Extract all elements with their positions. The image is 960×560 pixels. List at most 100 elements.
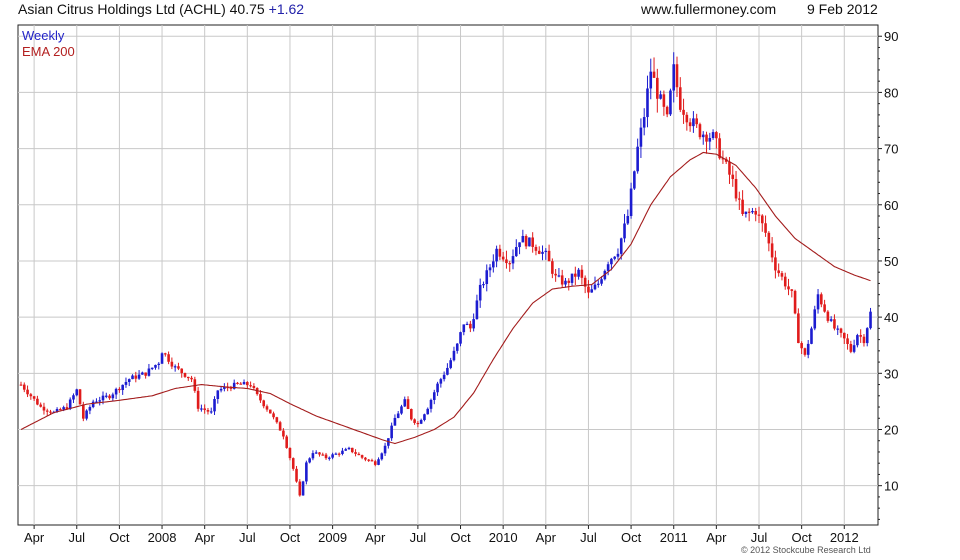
candle-down (268, 409, 272, 414)
x-tick-label: 2008 (148, 530, 177, 545)
candle-up (642, 117, 646, 128)
candle-up (564, 280, 567, 285)
candle-up (124, 381, 128, 385)
candle-up (596, 283, 600, 285)
candle-down (803, 348, 807, 355)
candle-up (403, 399, 407, 407)
candle-down (370, 460, 374, 462)
candle-down (508, 263, 512, 265)
candle-up (154, 364, 157, 368)
candle-down (537, 250, 541, 254)
candle-up (475, 300, 479, 320)
candle-down (728, 161, 731, 175)
candle-up (216, 390, 220, 399)
candle-down (288, 447, 292, 459)
candle-up (75, 389, 79, 396)
candle-up (393, 417, 397, 426)
candle-down (26, 389, 29, 395)
candle-up (436, 383, 439, 393)
candle-up (449, 360, 452, 368)
candle-down (587, 286, 590, 293)
x-tick-label: 2012 (830, 530, 859, 545)
candle-up (331, 454, 334, 458)
candle-down (551, 261, 554, 274)
candle-down (19, 384, 23, 386)
candle-up (590, 289, 594, 293)
x-tick-label: Apr (706, 530, 727, 545)
candle-down (534, 246, 538, 251)
candle-down (367, 459, 370, 461)
candle-down (406, 399, 410, 409)
candle-down (177, 366, 180, 369)
candle-up (751, 210, 754, 213)
candle-down (249, 385, 252, 387)
candle-up (669, 90, 672, 115)
candle-up (62, 407, 65, 410)
candle-down (842, 332, 846, 339)
candle-down (787, 286, 790, 290)
candle-up (213, 398, 216, 412)
x-tick-label: 2010 (489, 530, 518, 545)
candle-down (354, 452, 357, 454)
candle-down (321, 454, 325, 456)
candle-up (518, 242, 521, 248)
candle-up (626, 215, 630, 224)
copyright: © 2012 Stockcube Research Ltd (741, 545, 871, 555)
candle-up (380, 453, 384, 460)
y-axis: 10 20 30 40 50 60 70 80 90 (878, 29, 898, 520)
x-tick-label: Oct (109, 530, 130, 545)
candle-down (259, 394, 262, 401)
candle-down (180, 368, 184, 374)
candle-down (364, 457, 367, 460)
candle-up (865, 328, 869, 344)
candle-down (278, 422, 282, 431)
candle-up (492, 261, 495, 268)
candle-up (68, 399, 72, 410)
candle-up (147, 368, 151, 376)
candle-down (186, 376, 190, 379)
candle-up (610, 258, 613, 265)
candle-down (790, 289, 794, 291)
candle-up (85, 410, 88, 419)
candle-down (108, 395, 111, 399)
candle-up (157, 363, 161, 365)
candle-down (754, 210, 758, 215)
candle-down (357, 453, 361, 456)
candle-down (59, 409, 62, 411)
candle-up (600, 279, 603, 284)
candle-down (318, 452, 321, 455)
candle-up (557, 275, 561, 277)
candle-up (744, 211, 748, 214)
candle-down (236, 382, 239, 385)
candle-down (757, 214, 761, 216)
candle-up (426, 408, 430, 415)
candle-up (836, 328, 840, 330)
candle-up (141, 372, 144, 375)
candle-up (636, 146, 639, 172)
x-tick-label: Jul (751, 530, 768, 545)
candle-up (544, 250, 548, 253)
candle-up (308, 458, 311, 463)
candle-down (36, 398, 39, 405)
candle-down (524, 235, 528, 247)
candle-down (49, 411, 52, 413)
candle-up (472, 319, 475, 329)
candle-up (383, 445, 387, 454)
candle-up (606, 264, 610, 271)
candle-up (442, 374, 446, 380)
candle-down (685, 114, 689, 123)
candle-up (121, 384, 124, 391)
candle-up (478, 284, 482, 301)
legend-ema: EMA 200 (22, 44, 75, 59)
candle-down (183, 373, 187, 377)
candle-down (78, 389, 82, 405)
legend-weekly: Weekly (22, 28, 65, 43)
candle-down (42, 406, 46, 411)
candle-down (580, 269, 584, 278)
candle-down (688, 122, 692, 127)
candle-up (91, 401, 95, 408)
candle-down (265, 406, 269, 410)
candle-up (173, 366, 177, 368)
y-tick-label: 40 (884, 310, 898, 325)
candle-up (423, 414, 426, 421)
